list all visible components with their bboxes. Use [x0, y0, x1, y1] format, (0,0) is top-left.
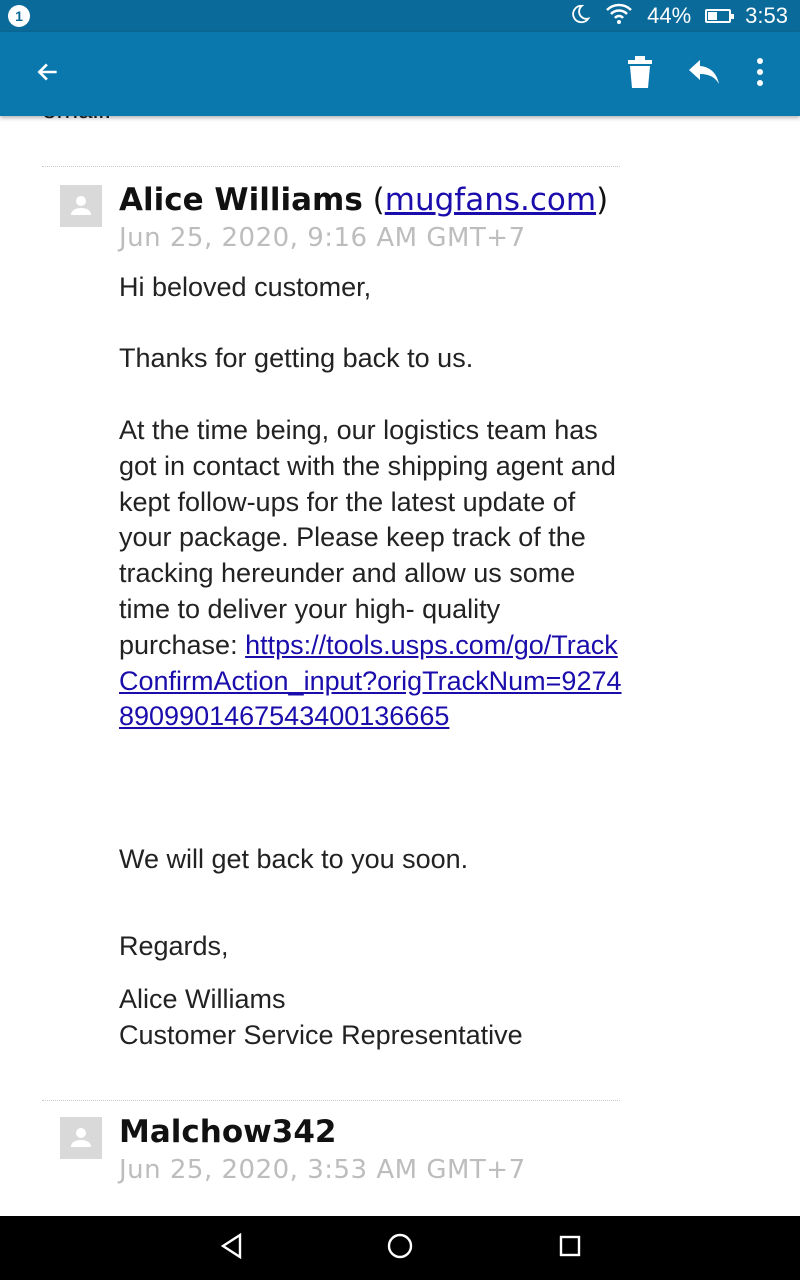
triangle-back-icon [220, 1232, 244, 1264]
moon-icon [569, 3, 591, 30]
paren-open: ( [372, 182, 385, 218]
nav-back-button[interactable] [212, 1228, 252, 1268]
sender-name: Alice Williams [119, 182, 363, 218]
body-paragraph: At the time being, our logistics team ha… [119, 413, 624, 735]
nav-home-button[interactable] [380, 1228, 420, 1268]
status-icons: 44% 3:53 [569, 0, 788, 32]
sender-line: Alice Williams (mugfans.com) [119, 182, 608, 218]
battery-fill [708, 12, 717, 20]
sender-domain-link[interactable]: mugfans.com [385, 182, 596, 218]
navigation-bar [0, 1216, 800, 1280]
thanks-line: Thanks for getting back to us. [119, 343, 474, 373]
status-bar: 1 44% 3:53 [0, 0, 800, 32]
message-date: Jun 25, 2020, 9:16 AM GMT+7 [119, 223, 526, 253]
overflow-menu-button[interactable] [736, 50, 784, 98]
circle-home-icon [387, 1233, 413, 1264]
avatar [60, 185, 102, 227]
body-text: At the time being, our logistics team ha… [119, 415, 616, 660]
message-date: Jun 25, 2020, 3:53 AM GMT+7 [119, 1155, 526, 1185]
avatar [60, 1117, 102, 1159]
nav-recents-button[interactable] [550, 1228, 590, 1268]
reply-button[interactable] [680, 50, 728, 98]
battery-percent: 44% [647, 3, 692, 28]
closing-line: We will get back to you soon. [119, 844, 469, 874]
signature-title: Customer Service Representative [119, 1020, 523, 1050]
delete-button[interactable] [616, 50, 664, 98]
sender-name: Malchow342 [119, 1114, 337, 1150]
battery-icon [705, 9, 735, 23]
clock: 3:53 [745, 3, 788, 28]
message-divider [42, 1100, 620, 1101]
greeting: Hi beloved customer, [119, 272, 372, 302]
notification-badge: 1 [8, 5, 30, 27]
signature-name: Alice Williams [119, 984, 286, 1014]
back-arrow-icon [35, 59, 61, 90]
sender-line: Malchow342 [119, 1114, 336, 1150]
previous-message-tail: email. [42, 116, 111, 125]
app-bar [0, 32, 800, 116]
message-thread[interactable]: email. Alice Williams (mugfans.com) Jun … [0, 116, 800, 1216]
paren-close: ) [596, 182, 609, 218]
reply-icon [687, 58, 721, 91]
back-button[interactable] [24, 50, 72, 98]
wifi-icon [605, 3, 633, 30]
regards-line: Regards, [119, 931, 229, 961]
more-vert-icon [756, 57, 764, 92]
square-recents-icon [559, 1235, 581, 1262]
message-divider [42, 166, 620, 167]
trash-icon [626, 55, 654, 94]
